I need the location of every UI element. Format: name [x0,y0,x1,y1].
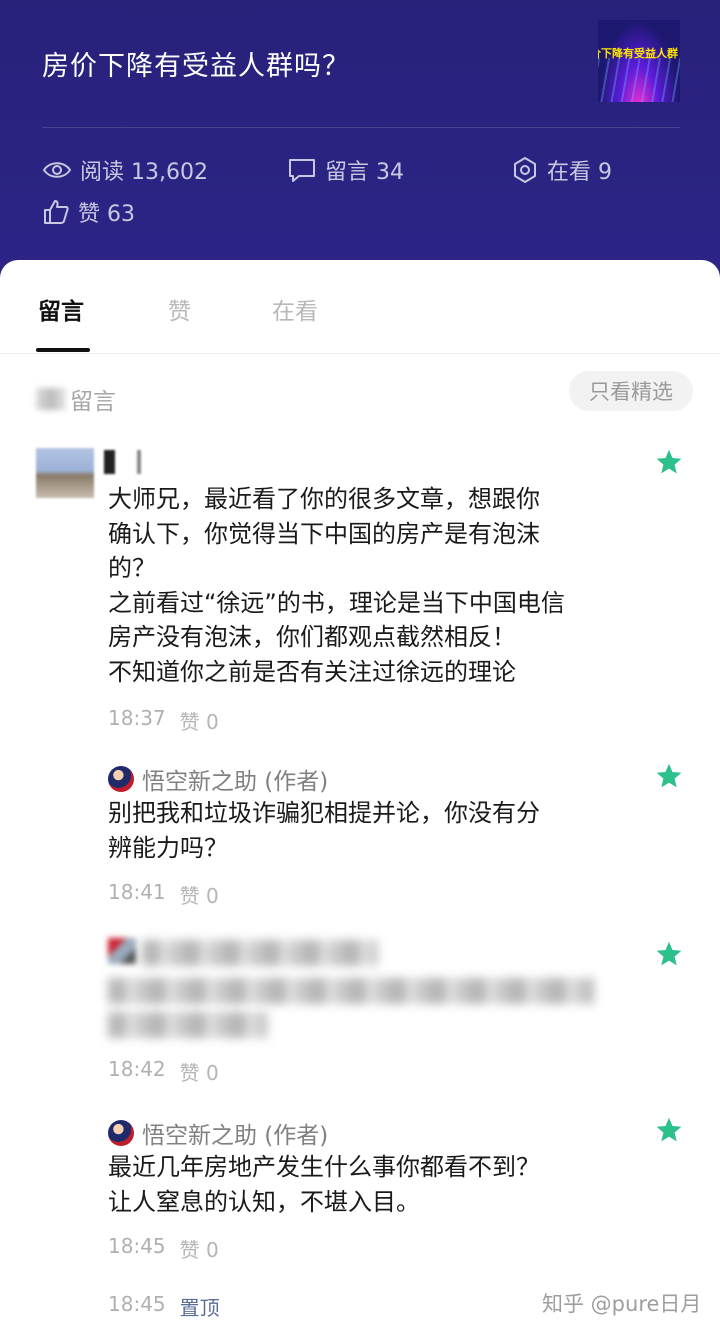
comment-like-button[interactable]: 赞 0 [180,706,219,735]
comment-time: 18:41 [108,880,166,904]
thumbnail-art [598,58,680,102]
comment-text: 大师兄，最近看了你的很多文章，想跟你 确认下，你觉得当下中国的房产是有泡沫 的？… [108,485,565,686]
pin-row: 18:45 置顶 [108,1292,220,1321]
blurred-comment-line [108,978,594,1004]
blurred-count [36,388,66,410]
article-title: 房价下降有受益人群吗？ [42,51,350,82]
watching-icon [514,157,536,183]
star-icon[interactable] [655,762,683,790]
article-thumbnail[interactable]: 价下降有受益人群 [598,20,680,102]
comment-meta: 18:41 赞 0 [108,880,219,909]
watching-count[interactable]: 在看 9 [511,154,612,186]
featured-only-button[interactable]: 只看精选 [569,371,693,411]
comment-meta: 18:45 赞 0 [108,1234,219,1263]
tab-watching[interactable]: 在看 [272,292,318,326]
comment-time: 18:42 [108,1057,166,1081]
tab-comments[interactable]: 留言 [38,292,84,326]
eye-icon [42,162,72,178]
comment-like-button[interactable]: 赞 0 [180,1057,219,1086]
active-tab-indicator [36,348,90,352]
star-icon[interactable] [655,448,683,476]
header-divider [42,127,680,128]
blurred-comment-line [108,1012,268,1038]
like-count[interactable]: 赞 63 [42,196,135,228]
reply-author: 悟空新之助 (作者) [108,762,328,796]
author-avatar [108,766,134,792]
comment-bubble-icon [289,159,315,182]
author-avatar [108,1120,134,1146]
reply-author-name: 悟空新之助 (作者) [142,769,329,795]
tabs-divider [0,353,720,354]
comment-meta: 18:42 赞 0 [108,1057,219,1086]
thumbs-up-icon [44,200,69,224]
blurred-username [142,940,378,966]
blurred-username [104,450,164,474]
section-label-text: 留言 [70,389,116,415]
avatar[interactable] [108,938,136,964]
watermark: 知乎 @pure日月 [542,1292,702,1316]
watching-count-label: 在看 9 [547,160,612,185]
comment-time: 18:45 [108,1234,166,1258]
like-count-label: 赞 63 [78,202,135,227]
comment-like-button[interactable]: 赞 0 [180,880,219,909]
read-count-label: 阅读 13,602 [80,160,208,185]
reply-author: 悟空新之助 (作者) [108,1116,328,1150]
reply-text: 别把我和垃圾诈骗犯相提并论，你没有分 辨能力吗？ [108,799,540,862]
pin-button[interactable]: 置顶 [180,1292,220,1321]
section-label: 留言 [36,382,116,416]
comment-count-label: 留言 34 [325,160,404,185]
comment-meta: 18:37 赞 0 [108,706,219,735]
reply-text: 最近几年房地产发生什么事你都看不到？ 让人窒息的认知，不堪入目。 [108,1153,540,1216]
comment-time: 18:45 [108,1292,166,1316]
comment-like-button[interactable]: 赞 0 [180,1234,219,1263]
article-header: 房价下降有受益人群吗？ 价下降有受益人群 阅读 13,602 留言 34 在看 … [0,0,720,290]
comment-time: 18:37 [108,706,166,730]
read-count: 阅读 13,602 [42,154,208,186]
comments-sheet: 留言 赞 在看 留言 只看精选 大师兄，最近看了你的很多文章，想跟你 确认下，你… [0,260,720,1330]
star-icon[interactable] [655,940,683,968]
star-icon[interactable] [655,1116,683,1144]
comment-count[interactable]: 留言 34 [287,154,404,186]
tab-likes[interactable]: 赞 [168,292,191,326]
reply-author-name: 悟空新之助 (作者) [142,1123,329,1149]
avatar[interactable] [36,448,94,498]
